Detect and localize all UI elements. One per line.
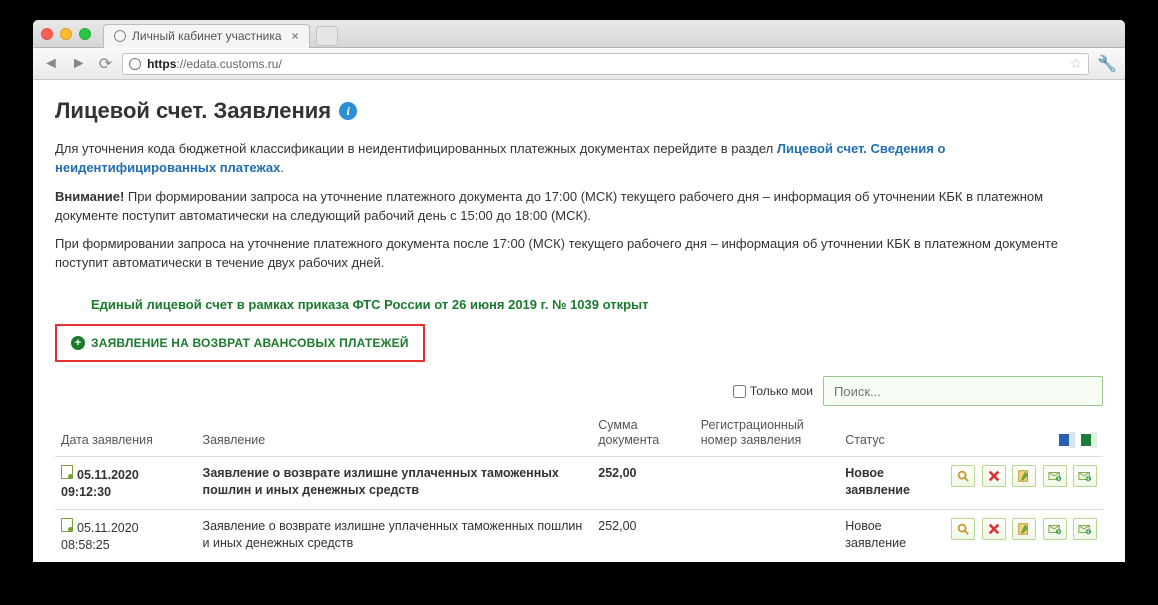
document-icon <box>61 518 73 532</box>
table-row[interactable]: 05.11.2020 08:58:25 Заявление о возврате… <box>55 509 1103 561</box>
view-action-icon[interactable] <box>951 465 975 487</box>
new-tab-button[interactable] <box>316 26 338 46</box>
view-action-icon[interactable] <box>951 518 975 540</box>
page-content: Лицевой счет. Заявления i Для уточнения … <box>33 80 1125 562</box>
col-title[interactable]: Заявление <box>197 412 593 457</box>
browser-window: Личный кабинет участника × ◄ ► ⟳ https:/… <box>33 20 1125 562</box>
titlebar: Личный кабинет участника × <box>33 20 1125 48</box>
address-bar: ◄ ► ⟳ https://edata.customs.ru/ ☆ 🔧 <box>33 48 1125 80</box>
site-icon <box>129 58 141 70</box>
lead1-prefix: Для уточнения кода бюджетной классификац… <box>55 141 777 156</box>
lead-paragraph-2: Внимание! При формировании запроса на ут… <box>55 188 1103 226</box>
plus-icon: + <box>71 336 85 350</box>
info-icon[interactable]: i <box>339 102 357 120</box>
bookmark-star-icon[interactable]: ☆ <box>1070 55 1083 72</box>
col-export <box>942 412 1103 457</box>
url-rest: ://edata.customs.ru/ <box>176 57 281 71</box>
minimize-window-button[interactable] <box>60 28 72 40</box>
close-tab-icon[interactable]: × <box>292 29 299 43</box>
cell-amount: 252,00 <box>592 509 695 561</box>
forward-button[interactable]: ► <box>69 55 89 73</box>
url-scheme: https <box>147 57 176 71</box>
export-word-icon[interactable] <box>1059 432 1075 448</box>
receive-action-icon[interactable] <box>1073 465 1097 487</box>
receive-action-icon[interactable] <box>1073 518 1097 540</box>
cell-regnum <box>695 509 839 561</box>
only-mine-label: Только мои <box>750 384 813 398</box>
back-button[interactable]: ◄ <box>41 55 61 73</box>
col-amount[interactable]: Сумма документа <box>592 412 695 457</box>
lead-paragraph-3: При формировании запроса на уточнение пл… <box>55 235 1103 273</box>
highlight-frame: + ЗАЯВЛЕНИЕ НА ВОЗВРАТ АВАНСОВЫХ ПЛАТЕЖЕ… <box>55 324 425 362</box>
add-button-label: ЗАЯВЛЕНИЕ НА ВОЗВРАТ АВАНСОВЫХ ПЛАТЕЖЕЙ <box>91 336 409 350</box>
cell-title: Заявление о возврате излишне уплаченных … <box>197 457 593 510</box>
maximize-window-button[interactable] <box>79 28 91 40</box>
cell-actions <box>942 509 1103 561</box>
cell-status: Новое заявление <box>839 509 942 561</box>
only-mine-checkbox[interactable]: Только мои <box>733 384 813 398</box>
cell-actions <box>942 457 1103 510</box>
lead-paragraph-1: Для уточнения кода бюджетной классификац… <box>55 140 1103 178</box>
delete-action-icon[interactable] <box>982 518 1006 540</box>
attention-label: Внимание! <box>55 189 124 204</box>
filter-row: Только мои <box>55 376 1103 406</box>
table-row[interactable]: 05.11.2020 09:12:30 Заявление о возврате… <box>55 457 1103 510</box>
reload-button[interactable]: ⟳ <box>97 54 114 74</box>
send-action-icon[interactable] <box>1043 518 1067 540</box>
edit-action-icon[interactable] <box>1012 465 1036 487</box>
delete-action-icon[interactable] <box>982 465 1006 487</box>
browser-tab[interactable]: Личный кабинет участника × <box>103 24 310 48</box>
page-title-text: Лицевой счет. Заявления <box>55 98 331 124</box>
cell-amount: 252,00 <box>592 457 695 510</box>
col-date[interactable]: Дата заявления <box>55 412 197 457</box>
account-open-banner: Единый лицевой счет в рамках приказа ФТС… <box>91 297 1103 312</box>
page-title: Лицевой счет. Заявления i <box>55 98 1103 124</box>
add-refund-request-button[interactable]: + ЗАЯВЛЕНИЕ НА ВОЗВРАТ АВАНСОВЫХ ПЛАТЕЖЕ… <box>57 326 423 360</box>
tab-title: Личный кабинет участника <box>132 29 282 43</box>
settings-wrench-icon[interactable]: 🔧 <box>1097 54 1117 74</box>
cell-regnum <box>695 457 839 510</box>
col-regnum[interactable]: Регистрационный номер заявления <box>695 412 839 457</box>
edit-action-icon[interactable] <box>1012 518 1036 540</box>
col-status[interactable]: Статус <box>839 412 942 457</box>
url-input[interactable]: https://edata.customs.ru/ ☆ <box>122 53 1089 75</box>
search-input[interactable] <box>823 376 1103 406</box>
lead2-rest: При формировании запроса на уточнение пл… <box>55 189 1043 223</box>
lead1-suffix: . <box>280 160 284 175</box>
requests-table: Дата заявления Заявление Сумма документа… <box>55 412 1103 562</box>
only-mine-input[interactable] <box>733 385 746 398</box>
export-excel-icon[interactable] <box>1081 432 1097 448</box>
send-action-icon[interactable] <box>1043 465 1067 487</box>
close-window-button[interactable] <box>41 28 53 40</box>
cell-title: Заявление о возврате излишне уплаченных … <box>197 509 593 561</box>
document-icon <box>61 465 73 479</box>
traffic-lights <box>41 28 91 40</box>
globe-icon <box>114 30 126 42</box>
cell-status: Новое заявление <box>839 457 942 510</box>
